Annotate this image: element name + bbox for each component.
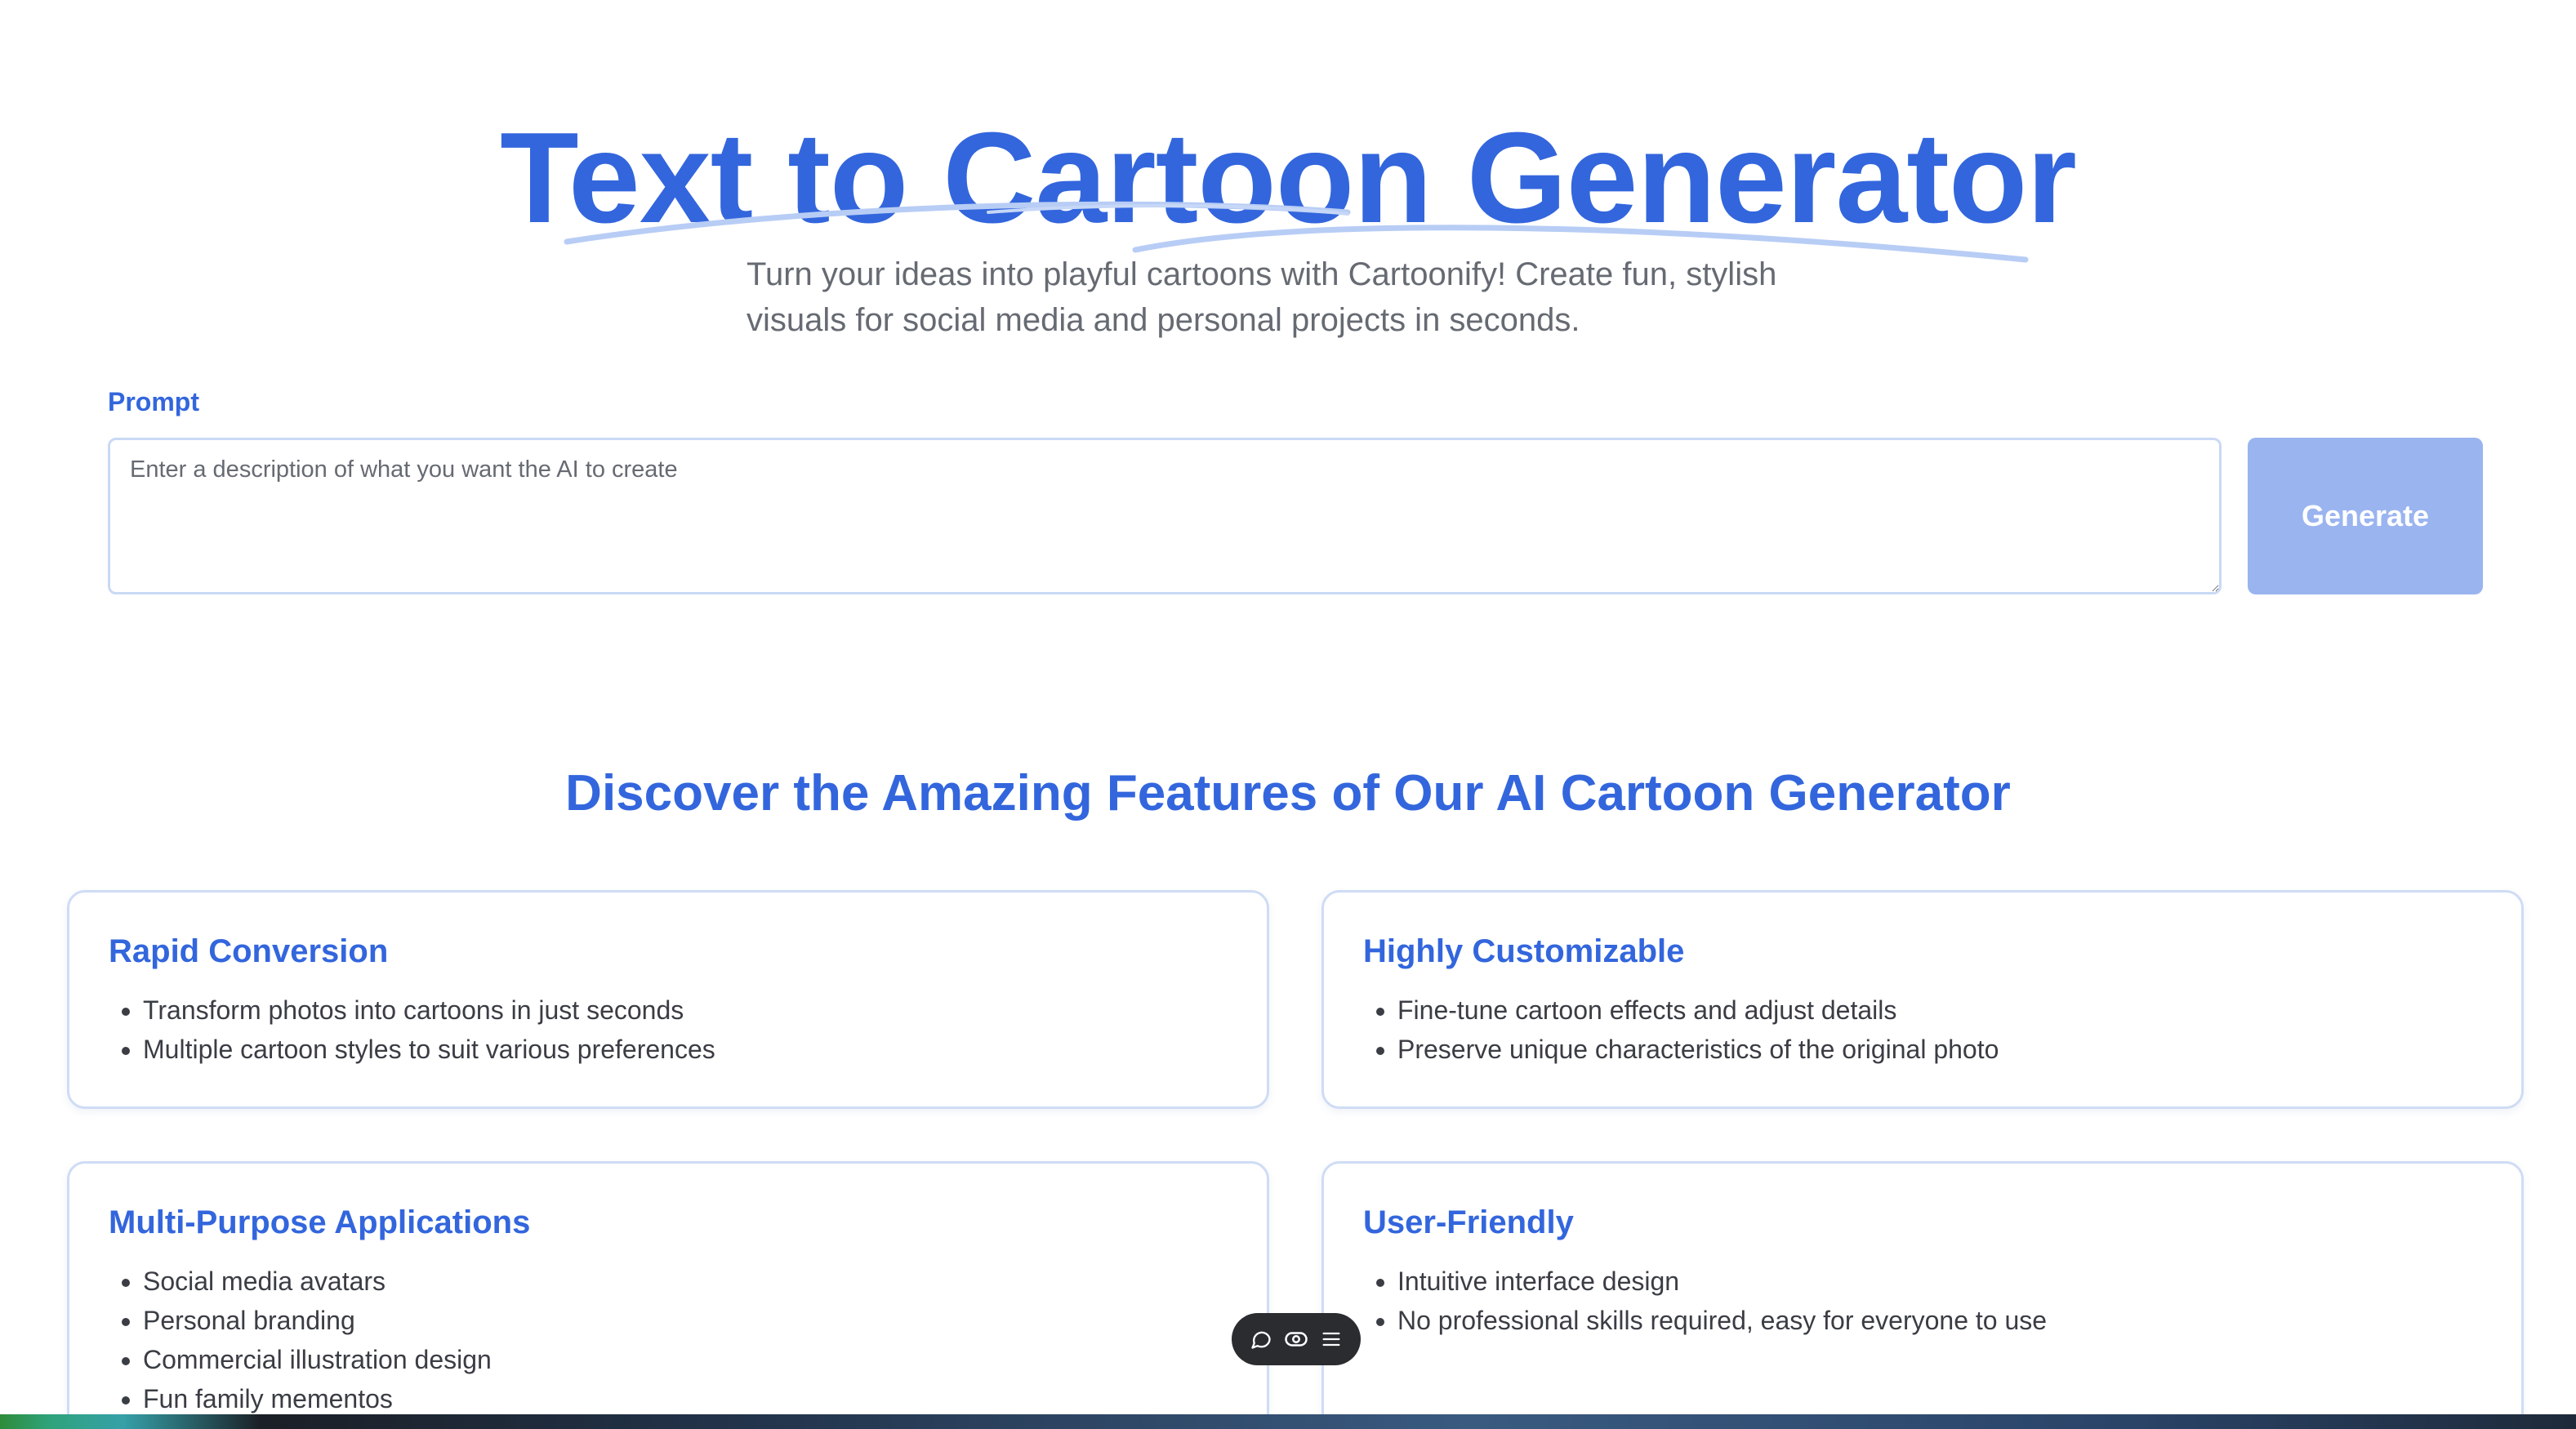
feature-card-title: Rapid Conversion [109,933,389,969]
menu-icon[interactable] [1317,1324,1346,1354]
list-item: No professional skills required, easy fo… [1397,1301,2482,1340]
list-item: Commercial illustration design [143,1340,1228,1379]
feature-list: Fine-tune cartoon effects and adjust det… [1363,991,2482,1069]
features-heading: Discover the Amazing Features of Our AI … [565,765,2011,821]
list-item: Intuitive interface design [1397,1262,2482,1301]
prompt-label: Prompt [108,387,199,416]
page-title: Text to Cartoon Generator [500,106,2077,250]
feature-card-title: Multi-Purpose Applications [109,1204,531,1240]
comment-icon[interactable] [1246,1324,1276,1354]
list-item: Transform photos into cartoons in just s… [143,991,1228,1030]
feature-card-rapid-conversion: Rapid Conversion Transform photos into c… [67,890,1269,1109]
list-item: Personal branding [143,1301,1228,1340]
floating-toolbar [1232,1313,1361,1365]
list-item: Multiple cartoon styles to suit various … [143,1030,1228,1069]
feature-card-title: User-Friendly [1363,1204,1574,1240]
feature-card-user-friendly: User-Friendly Intuitive interface design… [1321,1161,2524,1429]
list-item: Preserve unique characteristics of the o… [1397,1030,2482,1069]
feature-list: Transform photos into cartoons in just s… [109,991,1228,1069]
eye-icon[interactable] [1281,1324,1311,1354]
prompt-input[interactable] [108,438,2222,594]
page: Text to Cartoon Generator Turn your idea… [0,0,2576,1429]
feature-list: Intuitive interface design No profession… [1363,1262,2482,1340]
feature-card-title: Highly Customizable [1363,933,1685,969]
list-item: Fine-tune cartoon effects and adjust det… [1397,991,2482,1030]
feature-card-multi-purpose: Multi-Purpose Applications Social media … [67,1161,1269,1429]
list-item: Fun family mementos [143,1379,1228,1418]
feature-card-highly-customizable: Highly Customizable Fine-tune cartoon ef… [1321,890,2524,1109]
page-subtitle: Turn your ideas into playful cartoons wi… [747,256,1777,338]
generate-button[interactable]: Generate [2248,438,2483,594]
desktop-taskbar-edge [0,1414,2576,1429]
list-item: Social media avatars [143,1262,1228,1301]
feature-list: Social media avatars Personal branding C… [109,1262,1228,1418]
